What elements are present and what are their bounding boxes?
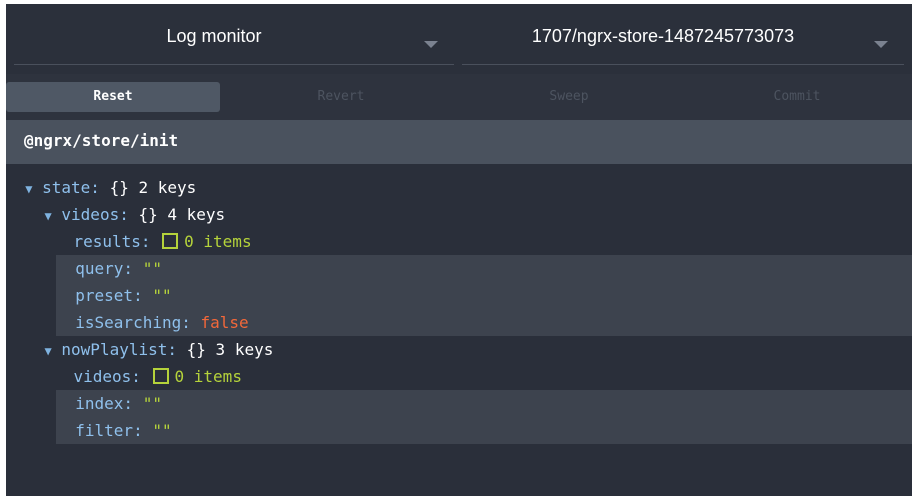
chevron-down-icon	[424, 41, 438, 48]
tree-node-state[interactable]: ▼ state: {} 2 keys	[6, 174, 912, 201]
tree-key: nowPlaylist:	[61, 340, 177, 359]
action-buttons: Reset Revert Sweep Commit	[6, 74, 912, 120]
commit-button[interactable]: Commit	[690, 82, 904, 112]
reset-button[interactable]: Reset	[6, 82, 220, 112]
tree-node-nowPlaylist[interactable]: ▼ nowPlaylist: {} 3 keys	[6, 336, 912, 363]
tree-key: videos:	[73, 367, 141, 386]
instance-select-label: 1707/ngrx-store-1487245773073	[531, 26, 795, 46]
tree-key: filter:	[75, 421, 143, 440]
tree-key: state:	[42, 178, 100, 197]
sweep-button[interactable]: Sweep	[462, 82, 676, 112]
monitor-select[interactable]: Log monitor	[14, 16, 454, 65]
tree-node-index[interactable]: index: ""	[56, 390, 912, 417]
tree-value: ""	[152, 421, 172, 440]
monitor-header: Log monitor 1707/ngrx-store-148724577307…	[6, 4, 912, 74]
object-brace: {}	[138, 205, 158, 224]
devtools-panel: Log monitor 1707/ngrx-store-148724577307…	[6, 4, 912, 496]
tree-key: isSearching:	[75, 313, 191, 332]
tree-node-query[interactable]: query: ""	[56, 255, 912, 282]
tree-meta: 4 keys	[167, 205, 226, 224]
tree-value: false	[200, 313, 249, 332]
revert-button[interactable]: Revert	[234, 82, 448, 112]
array-box-icon	[152, 368, 169, 384]
monitor-select-label: Log monitor	[166, 26, 262, 46]
tree-meta: 3 keys	[215, 340, 274, 359]
tree-key: preset:	[75, 286, 143, 305]
tree-node-np-videos[interactable]: videos: 0 items	[6, 363, 912, 390]
tree-node-preset[interactable]: preset: ""	[56, 282, 912, 309]
tree-node-results[interactable]: results: 0 items	[6, 228, 912, 255]
object-brace: {}	[109, 178, 129, 197]
tree-node-videos[interactable]: ▼ videos: {} 4 keys	[6, 201, 912, 228]
tree-key: results:	[73, 232, 151, 251]
triangle-down-icon[interactable]: ▼	[45, 344, 52, 358]
tree-meta: 2 keys	[138, 178, 197, 197]
tree-value: ""	[142, 394, 162, 413]
action-item-label: @ngrx/store/init	[24, 131, 179, 150]
triangle-down-icon[interactable]: ▼	[45, 209, 52, 223]
instance-select[interactable]: 1707/ngrx-store-1487245773073	[462, 16, 904, 65]
tree-node-filter[interactable]: filter: ""	[56, 417, 912, 444]
tree-meta: 0 items	[174, 367, 242, 386]
tree-meta: 0 items	[184, 232, 252, 251]
tree-node-isSearching[interactable]: isSearching: false	[56, 309, 912, 336]
tree-value: ""	[142, 259, 162, 278]
tree-key: videos:	[61, 205, 129, 224]
tree-key: query:	[75, 259, 134, 278]
tree-value: ""	[152, 286, 172, 305]
triangle-down-icon[interactable]: ▼	[25, 182, 32, 196]
tree-key: index:	[75, 394, 134, 413]
object-brace: {}	[186, 340, 206, 359]
chevron-down-icon	[874, 41, 888, 48]
array-box-icon	[162, 233, 179, 249]
action-item[interactable]: @ngrx/store/init	[6, 120, 912, 164]
